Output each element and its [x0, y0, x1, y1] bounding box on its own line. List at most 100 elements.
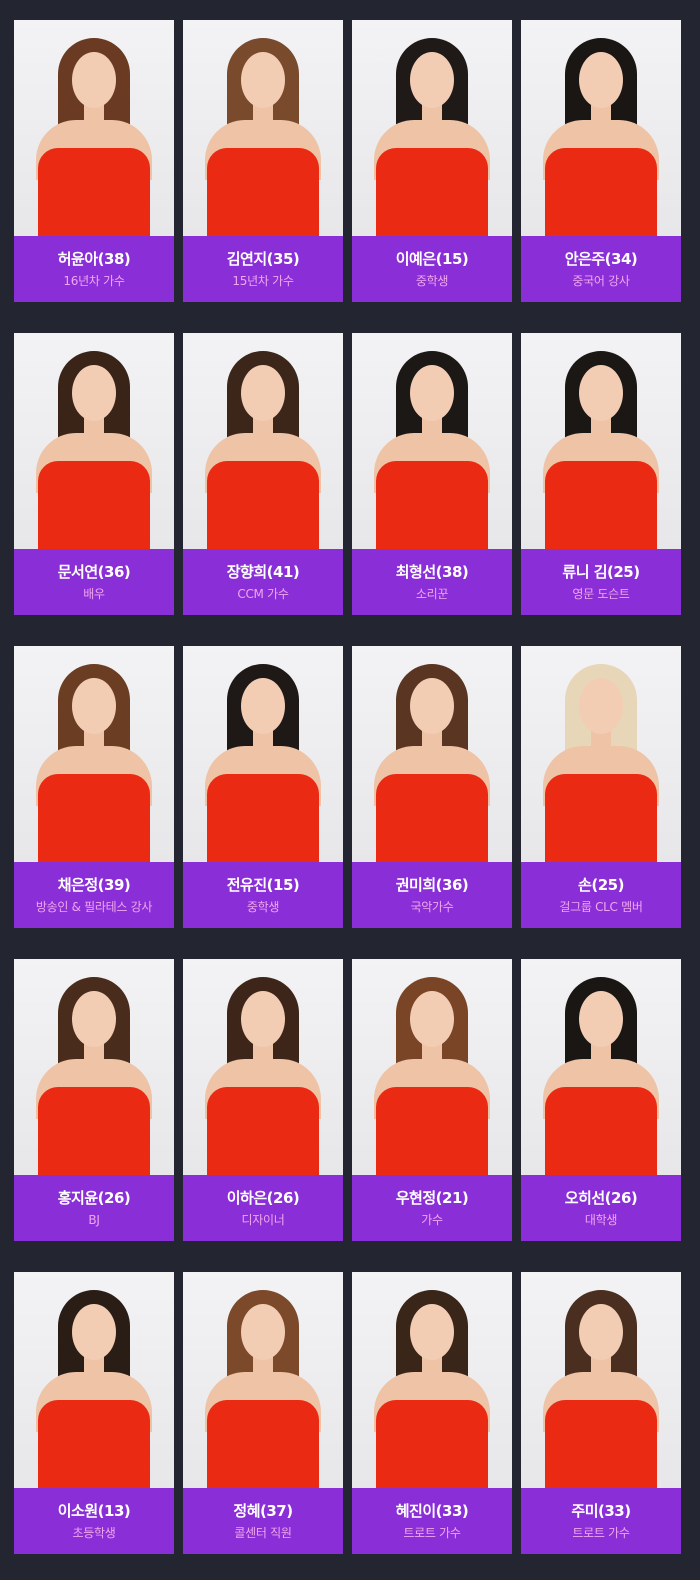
contestant-card[interactable]: 혜진이(33) 트로트 가수: [352, 1272, 512, 1554]
contestant-card[interactable]: 이소원(13) 초등학생: [14, 1272, 174, 1554]
face-shape: [241, 1304, 285, 1360]
contestant-photo: [352, 333, 512, 549]
face-shape: [72, 1304, 116, 1360]
face-shape: [579, 1304, 623, 1360]
red-dress-shape: [207, 774, 319, 862]
contestant-card[interactable]: 정혜(37) 콜센터 직원: [183, 1272, 343, 1554]
contestant-card[interactable]: 전유진(15) 중학생: [183, 646, 343, 928]
contestant-photo: [183, 646, 343, 862]
contestant-occupation: 디자이너: [241, 1212, 285, 1227]
red-dress-shape: [545, 774, 657, 862]
face-shape: [72, 52, 116, 108]
contestant-label: 안은주(34) 중국어 강사: [521, 236, 681, 302]
contestant-occupation: 방송인 & 필라테스 강사: [35, 899, 153, 914]
face-shape: [410, 365, 454, 421]
face-shape: [410, 1304, 454, 1360]
contestant-occupation: 중학생: [246, 899, 280, 914]
contestant-card[interactable]: 우현정(21) 가수: [352, 959, 512, 1241]
contestant-row: 홍지윤(26) BJ 이하은(26) 디자이너 우현정(21) 가수 오히선(2…: [14, 959, 686, 1241]
contestant-card[interactable]: 채은정(39) 방송인 & 필라테스 강사: [14, 646, 174, 928]
contestant-card[interactable]: 주미(33) 트로트 가수: [521, 1272, 681, 1554]
contestant-photo: [14, 646, 174, 862]
contestant-label: 최형선(38) 소리꾼: [352, 549, 512, 615]
contestant-occupation: 중학생: [415, 273, 449, 288]
red-dress-shape: [38, 1087, 150, 1175]
contestant-label: 오히선(26) 대학생: [521, 1175, 681, 1241]
contestant-label: 문서연(36) 배우: [14, 549, 174, 615]
contestant-photo: [521, 20, 681, 236]
red-dress-shape: [38, 461, 150, 549]
contestant-label: 주미(33) 트로트 가수: [521, 1488, 681, 1554]
contestant-photo: [183, 333, 343, 549]
contestant-photo: [521, 333, 681, 549]
contestant-label: 이소원(13) 초등학생: [14, 1488, 174, 1554]
contestant-label: 이하은(26) 디자이너: [183, 1175, 343, 1241]
red-dress-shape: [545, 461, 657, 549]
contestant-occupation: 트로트 가수: [572, 1525, 630, 1540]
contestant-name: 손(25): [578, 875, 624, 894]
contestant-name: 혜진이(33): [395, 1501, 469, 1520]
contestant-card[interactable]: 문서연(36) 배우: [14, 333, 174, 615]
red-dress-shape: [376, 148, 488, 236]
face-shape: [241, 991, 285, 1047]
contestant-occupation: 영문 도슨트: [572, 586, 630, 601]
contestant-card[interactable]: 오히선(26) 대학생: [521, 959, 681, 1241]
red-dress-shape: [38, 774, 150, 862]
contestant-photo: [183, 1272, 343, 1488]
contestant-card[interactable]: 김연지(35) 15년차 가수: [183, 20, 343, 302]
contestant-row: 채은정(39) 방송인 & 필라테스 강사 전유진(15) 중학생 권미희(36…: [14, 646, 686, 928]
contestant-name: 이하은(26): [226, 1188, 300, 1207]
contestant-name: 이소원(13): [57, 1501, 131, 1520]
contestant-name: 권미희(36): [395, 875, 469, 894]
contestant-label: 손(25) 걸그룹 CLC 멤버: [521, 862, 681, 928]
contestant-photo: [14, 333, 174, 549]
contestant-photo: [14, 20, 174, 236]
contestant-card[interactable]: 홍지윤(26) BJ: [14, 959, 174, 1241]
red-dress-shape: [207, 148, 319, 236]
face-shape: [241, 365, 285, 421]
contestant-card[interactable]: 최형선(38) 소리꾼: [352, 333, 512, 615]
face-shape: [579, 991, 623, 1047]
contestant-occupation: 대학생: [584, 1212, 618, 1227]
contestant-label: 장향희(41) CCM 가수: [183, 549, 343, 615]
contestant-occupation: 중국어 강사: [572, 273, 630, 288]
contestant-occupation: 배우: [83, 586, 105, 601]
contestant-label: 정혜(37) 콜센터 직원: [183, 1488, 343, 1554]
contestant-name: 전유진(15): [226, 875, 300, 894]
contestant-name: 이예은(15): [395, 249, 469, 268]
contestant-row: 이소원(13) 초등학생 정혜(37) 콜센터 직원 혜진이(33) 트로트 가…: [14, 1272, 686, 1554]
contestant-card[interactable]: 이예은(15) 중학생: [352, 20, 512, 302]
contestant-card[interactable]: 류니 김(25) 영문 도슨트: [521, 333, 681, 615]
contestant-label: 허윤아(38) 16년차 가수: [14, 236, 174, 302]
contestant-photo: [14, 959, 174, 1175]
contestant-occupation: BJ: [88, 1212, 100, 1227]
contestant-occupation: 국악가수: [410, 899, 454, 914]
contestant-card[interactable]: 안은주(34) 중국어 강사: [521, 20, 681, 302]
contestant-name: 우현정(21): [395, 1188, 469, 1207]
contestant-label: 혜진이(33) 트로트 가수: [352, 1488, 512, 1554]
contestant-occupation: CCM 가수: [237, 586, 289, 601]
contestant-name: 안은주(34): [564, 249, 638, 268]
contestant-name: 최형선(38): [395, 562, 469, 581]
face-shape: [410, 52, 454, 108]
contestant-card[interactable]: 손(25) 걸그룹 CLC 멤버: [521, 646, 681, 928]
red-dress-shape: [376, 1087, 488, 1175]
contestant-photo: [352, 20, 512, 236]
contestant-card[interactable]: 장향희(41) CCM 가수: [183, 333, 343, 615]
contestant-photo: [183, 20, 343, 236]
contestant-grid: 허윤아(38) 16년차 가수 김연지(35) 15년차 가수 이예은(15) …: [0, 0, 700, 1580]
face-shape: [241, 52, 285, 108]
contestant-card[interactable]: 이하은(26) 디자이너: [183, 959, 343, 1241]
contestant-card[interactable]: 허윤아(38) 16년차 가수: [14, 20, 174, 302]
contestant-occupation: 가수: [421, 1212, 443, 1227]
red-dress-shape: [376, 1400, 488, 1488]
contestant-label: 채은정(39) 방송인 & 필라테스 강사: [14, 862, 174, 928]
contestant-photo: [352, 646, 512, 862]
contestant-label: 류니 김(25) 영문 도슨트: [521, 549, 681, 615]
contestant-name: 문서연(36): [57, 562, 131, 581]
contestant-photo: [352, 959, 512, 1175]
red-dress-shape: [207, 1400, 319, 1488]
red-dress-shape: [38, 1400, 150, 1488]
contestant-card[interactable]: 권미희(36) 국악가수: [352, 646, 512, 928]
contestant-name: 류니 김(25): [562, 562, 640, 581]
